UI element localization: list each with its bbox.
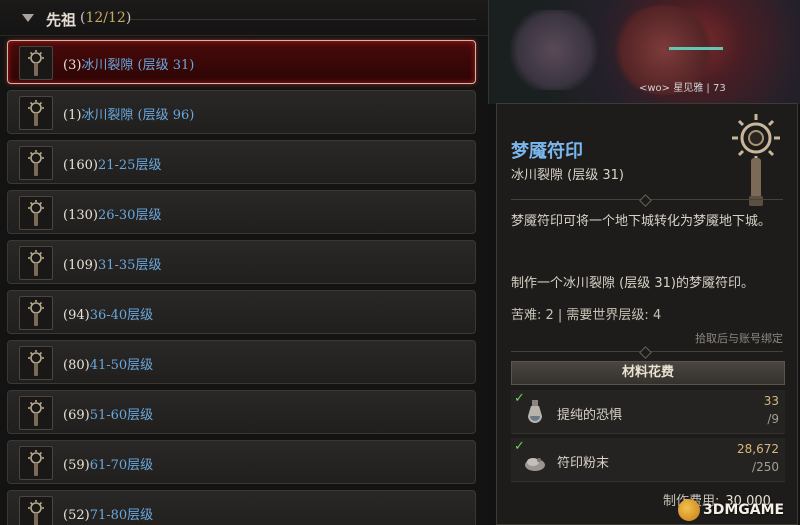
sigil-count: (52) [63, 508, 90, 523]
item-tooltip: 梦魇符印 冰川裂隙 (层级 31) 梦魇符印可将一个地下城转化为梦魇地下城。 制… [496, 103, 798, 525]
sigil-list-item[interactable]: (130)26-30层级 [7, 190, 476, 234]
material-need: /9 [767, 412, 779, 426]
sigil-icon [732, 114, 780, 206]
sigil-icon [19, 146, 53, 180]
materials-header: 材料花费 [511, 361, 785, 385]
sigil-count: (59) [63, 458, 90, 473]
sigil-icon [19, 46, 53, 80]
collapse-triangle-icon[interactable] [22, 14, 34, 22]
sigil-list-item[interactable]: (1)冰川裂隙 (层级 96) [7, 90, 476, 134]
sigil-label: (94)36-40层级 [63, 304, 153, 323]
sigil-tier: 51-60层级 [89, 408, 154, 423]
sigil-tier: 31-35层级 [97, 258, 162, 273]
material-need: /250 [752, 460, 779, 474]
sigil-list-item[interactable]: (69)51-60层级 [7, 390, 476, 434]
sigil-count: (3) [63, 58, 82, 73]
watermark: 3DMGAME [678, 499, 796, 521]
sigil-icon [19, 296, 53, 330]
sigil-icon [19, 496, 53, 525]
watermark-text: 3DMGAME [703, 502, 785, 518]
category-header[interactable]: 先祖 (12/12) [0, 0, 488, 36]
player-health-bar [669, 47, 723, 50]
sigil-label: (1)冰川裂隙 (层级 96) [63, 104, 194, 123]
player-nameplate: <wo> 星见雅 | 73 [639, 83, 726, 94]
craft-text: 制作一个冰川裂隙 (层级 31)的梦魇符印。 [511, 276, 754, 291]
binding-text: 拾取后与账号绑定 [695, 332, 783, 345]
sigil-tier: 21-25层级 [97, 158, 162, 173]
sigil-list-item[interactable]: (52)71-80层级 [7, 490, 476, 525]
material-row: ✓ 符印粉末 28,672 /250 [511, 438, 785, 482]
sigil-tier: 41-50层级 [89, 358, 154, 373]
game-scene: <wo> 星见雅 | 73 [488, 0, 800, 104]
sigil-label: (52)71-80层级 [63, 504, 153, 523]
item-description: 梦魇符印可将一个地下城转化为梦魇地下城。 [511, 214, 772, 229]
tooltip-divider [511, 199, 783, 200]
sigil-icon [19, 446, 53, 480]
material-have: 33 [763, 394, 779, 408]
sigil-count: (1) [63, 108, 82, 123]
sigil-label: (160)21-25层级 [63, 154, 161, 173]
sigil-count: (109) [63, 258, 98, 273]
sigil-label: (130)26-30层级 [63, 204, 161, 223]
sigil-list-item[interactable]: (160)21-25层级 [7, 140, 476, 184]
material-have: 28,672 [737, 442, 779, 456]
sigil-list-item[interactable]: (109)31-35层级 [7, 240, 476, 284]
vial-icon [528, 400, 542, 423]
sigil-label: (69)51-60层级 [63, 404, 153, 423]
sigil-tier: 61-70层级 [89, 458, 154, 473]
sigil-tier: 冰川裂隙 (层级 31) [81, 58, 195, 73]
sigil-count: (80) [63, 358, 90, 373]
watermark-logo-icon [678, 499, 700, 521]
dust-icon [525, 458, 545, 471]
sigil-icon [19, 246, 53, 280]
category-title: 先祖 [46, 11, 77, 29]
sigil-label: (109)31-35层级 [63, 254, 161, 273]
sigil-list-item[interactable]: (94)36-40层级 [7, 290, 476, 334]
sigil-count: (130) [63, 208, 98, 223]
sigil-tier: 36-40层级 [89, 308, 154, 323]
sigil-icon [19, 346, 53, 380]
sigil-list-item[interactable]: (80)41-50层级 [7, 340, 476, 384]
scene-bush [509, 10, 599, 90]
sigil-tier: 冰川裂隙 (层级 96) [81, 108, 195, 123]
sigil-list-panel: 先祖 (12/12) (3)冰川裂隙 (层级 31) (1)冰川裂隙 (层级 96… [0, 0, 488, 525]
sigil-count: (160) [63, 158, 98, 173]
sigil-count: (94) [63, 308, 90, 323]
sigil-label: (80)41-50层级 [63, 354, 153, 373]
material-row: ✓ 提纯的恐惧 33 /9 [511, 390, 785, 434]
material-name: 提纯的恐惧 [557, 408, 623, 423]
sigil-list-item[interactable]: (3)冰川裂隙 (层级 31) [7, 40, 476, 84]
item-title: 梦魇符印 [511, 141, 583, 162]
sigil-tier: 71-80层级 [89, 508, 154, 523]
sigil-icon [19, 96, 53, 130]
sigil-list-item[interactable]: (59)61-70层级 [7, 440, 476, 484]
material-name: 符印粉末 [557, 456, 610, 471]
sigil-label: (3)冰川裂隙 (层级 31) [63, 54, 194, 73]
tooltip-divider [511, 351, 783, 352]
item-subtitle: 冰川裂隙 (层级 31) [511, 168, 624, 183]
sigil-label: (59)61-70层级 [63, 454, 153, 473]
category-count: (12/12) [80, 10, 132, 26]
sigil-icon [19, 196, 53, 230]
difficulty-text: 苦难: 2 | 需要世界层级: 4 [511, 308, 662, 323]
sigil-count: (69) [63, 408, 90, 423]
sigil-icon [19, 396, 53, 430]
sigil-tier: 26-30层级 [97, 208, 162, 223]
header-divider [130, 19, 476, 20]
